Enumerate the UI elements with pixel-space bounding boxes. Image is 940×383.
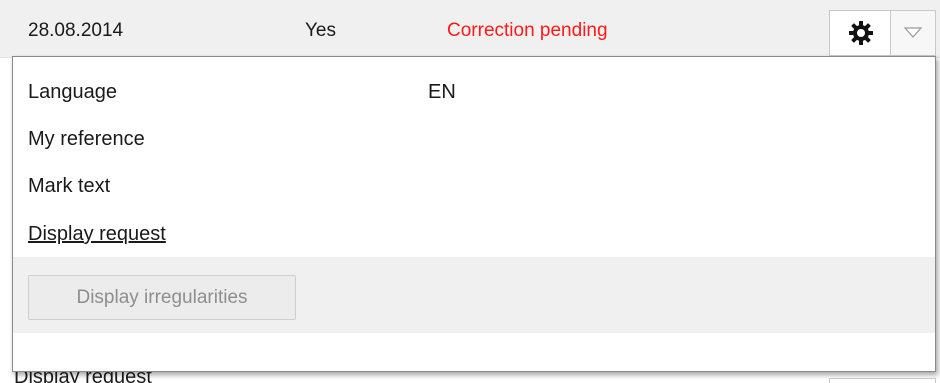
- result-row: 28.08.2014 Yes Correction pending: [0, 0, 940, 58]
- display-request-link[interactable]: Display request: [28, 223, 166, 246]
- settings-button[interactable]: [829, 10, 891, 56]
- gear-icon: [848, 21, 873, 45]
- language-value: EN: [428, 81, 456, 103]
- dropdown-toggle-button[interactable]: [890, 10, 936, 56]
- language-label: Language: [28, 81, 117, 103]
- chevron-down-icon: [904, 27, 922, 38]
- background-row: Display request: [0, 372, 940, 383]
- background-row-button: [829, 378, 936, 383]
- row-date: 28.08.2014: [28, 20, 124, 41]
- details-dropdown-panel: Language EN My reference Mark text Displ…: [12, 56, 936, 372]
- actions-bar: Display irregularities: [13, 257, 935, 333]
- my-reference-label: My reference: [28, 128, 145, 150]
- background-row-text: Display request: [14, 372, 152, 383]
- row-status: Correction pending: [447, 20, 608, 41]
- row-flag: Yes: [305, 20, 336, 41]
- display-irregularities-button[interactable]: Display irregularities: [28, 275, 296, 320]
- mark-text-label: Mark text: [28, 175, 111, 197]
